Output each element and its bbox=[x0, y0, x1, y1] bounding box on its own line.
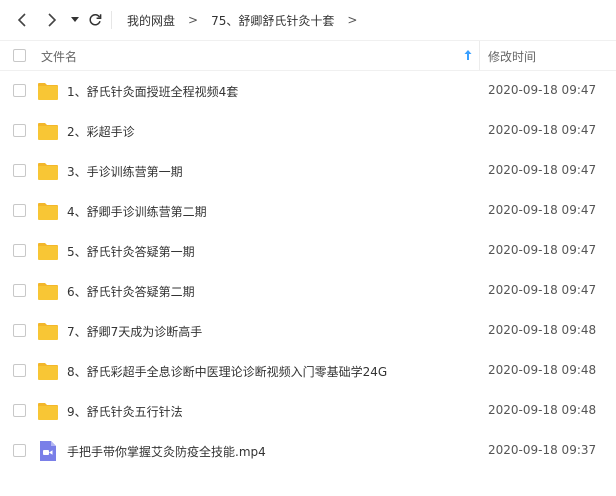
toolbar: 我的网盘 > 75、舒卿舒氏针灸十套 > bbox=[0, 0, 616, 40]
file-row[interactable]: 5、舒氏针灸答疑第一期 2020-09-18 09:47 bbox=[0, 231, 616, 271]
row-checkbox[interactable] bbox=[13, 124, 26, 137]
caret-down-icon bbox=[71, 17, 79, 22]
file-name[interactable]: 7、舒卿7天成为诊断高手 bbox=[67, 323, 202, 340]
file-row[interactable]: 2、彩超手诊 2020-09-18 09:47 bbox=[0, 111, 616, 151]
folder-icon bbox=[37, 121, 59, 141]
file-name[interactable]: 2、彩超手诊 bbox=[67, 123, 135, 140]
file-modified-time: 2020-09-18 09:48 bbox=[488, 323, 597, 337]
refresh-icon bbox=[89, 14, 102, 26]
folder-icon bbox=[37, 401, 59, 421]
history-dropdown-button[interactable] bbox=[65, 10, 85, 30]
file-modified-time: 2020-09-18 09:47 bbox=[488, 203, 597, 217]
file-row[interactable]: 手把手带你掌握艾灸防疫全技能.mp4 2020-09-18 09:37 bbox=[0, 431, 616, 471]
folder-icon bbox=[37, 361, 59, 381]
select-all-checkbox[interactable] bbox=[13, 49, 26, 62]
file-modified-time: 2020-09-18 09:37 bbox=[488, 443, 597, 457]
row-checkbox[interactable] bbox=[13, 364, 26, 377]
row-checkbox[interactable] bbox=[13, 444, 26, 457]
file-modified-time: 2020-09-18 09:47 bbox=[488, 123, 597, 137]
file-name[interactable]: 8、舒氏彩超手全息诊断中医理论诊断视频入门零基础学24G bbox=[67, 363, 387, 380]
folder-icon bbox=[37, 161, 59, 181]
column-header-modified-time[interactable]: 修改时间 bbox=[488, 48, 536, 65]
refresh-button[interactable] bbox=[85, 10, 105, 30]
file-name[interactable]: 手把手带你掌握艾灸防疫全技能.mp4 bbox=[67, 443, 266, 460]
folder-icon bbox=[37, 201, 59, 221]
breadcrumb-separator: > bbox=[188, 13, 199, 27]
row-checkbox[interactable] bbox=[13, 164, 26, 177]
chevron-right-icon bbox=[48, 13, 57, 27]
file-modified-time: 2020-09-18 09:47 bbox=[488, 163, 597, 177]
chevron-left-icon bbox=[17, 13, 26, 27]
row-checkbox[interactable] bbox=[13, 404, 26, 417]
back-button[interactable] bbox=[12, 10, 32, 30]
list-header: 文件名 修改时间 bbox=[0, 40, 616, 71]
file-modified-time: 2020-09-18 09:48 bbox=[488, 403, 597, 417]
breadcrumb-item-root[interactable]: 我的网盘 bbox=[127, 12, 175, 29]
file-name[interactable]: 1、舒氏针灸面授班全程视频4套 bbox=[67, 83, 238, 100]
breadcrumb-item-current[interactable]: 75、舒卿舒氏针灸十套 bbox=[211, 12, 334, 29]
row-checkbox[interactable] bbox=[13, 204, 26, 217]
file-row[interactable]: 3、手诊训练营第一期 2020-09-18 09:47 bbox=[0, 151, 616, 191]
folder-icon bbox=[37, 281, 59, 301]
file-row[interactable]: 9、舒氏针灸五行针法 2020-09-18 09:48 bbox=[0, 391, 616, 431]
file-name[interactable]: 4、舒卿手诊训练营第二期 bbox=[67, 203, 207, 220]
file-modified-time: 2020-09-18 09:47 bbox=[488, 283, 597, 297]
row-checkbox[interactable] bbox=[13, 84, 26, 97]
column-header-name[interactable]: 文件名 bbox=[41, 48, 77, 65]
folder-icon bbox=[37, 321, 59, 341]
row-checkbox[interactable] bbox=[13, 284, 26, 297]
forward-button[interactable] bbox=[42, 10, 62, 30]
breadcrumb-separator: > bbox=[347, 13, 358, 27]
file-modified-time: 2020-09-18 09:47 bbox=[488, 243, 597, 257]
breadcrumb: 我的网盘 > 75、舒卿舒氏针灸十套 > bbox=[127, 12, 370, 28]
file-modified-time: 2020-09-18 09:48 bbox=[488, 363, 597, 377]
file-row[interactable]: 1、舒氏针灸面授班全程视频4套 2020-09-18 09:47 bbox=[0, 71, 616, 111]
file-row[interactable]: 7、舒卿7天成为诊断高手 2020-09-18 09:48 bbox=[0, 311, 616, 351]
row-checkbox[interactable] bbox=[13, 244, 26, 257]
sort-arrow-up-icon[interactable] bbox=[462, 48, 474, 62]
file-name[interactable]: 5、舒氏针灸答疑第一期 bbox=[67, 243, 195, 260]
file-row[interactable]: 8、舒氏彩超手全息诊断中医理论诊断视频入门零基础学24G 2020-09-18 0… bbox=[0, 351, 616, 391]
file-modified-time: 2020-09-18 09:47 bbox=[488, 83, 597, 97]
column-divider[interactable] bbox=[479, 41, 480, 70]
file-name[interactable]: 6、舒氏针灸答疑第二期 bbox=[67, 283, 195, 300]
file-row[interactable]: 4、舒卿手诊训练营第二期 2020-09-18 09:47 bbox=[0, 191, 616, 231]
file-row[interactable]: 6、舒氏针灸答疑第二期 2020-09-18 09:47 bbox=[0, 271, 616, 311]
folder-icon bbox=[37, 241, 59, 261]
folder-icon bbox=[37, 81, 59, 101]
row-checkbox[interactable] bbox=[13, 324, 26, 337]
file-name[interactable]: 9、舒氏针灸五行针法 bbox=[67, 403, 183, 420]
toolbar-separator bbox=[111, 11, 112, 29]
file-name[interactable]: 3、手诊训练营第一期 bbox=[67, 163, 183, 180]
video-file-icon bbox=[37, 441, 59, 461]
